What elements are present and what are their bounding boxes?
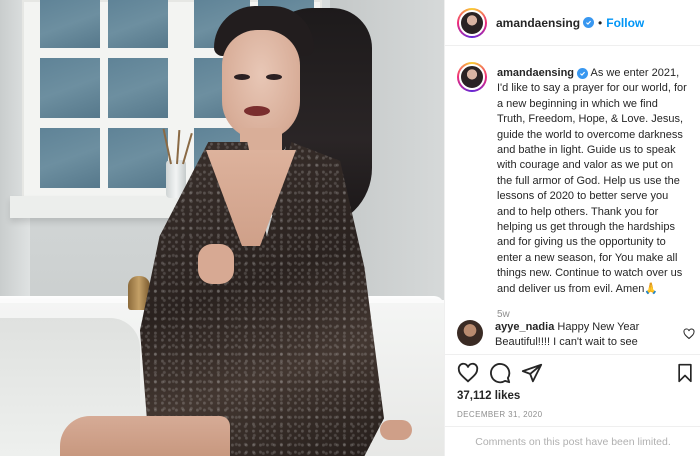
comment-avatar[interactable]	[457, 320, 483, 346]
caption-avatar[interactable]	[457, 62, 487, 92]
figure-hand-right	[380, 420, 412, 440]
small-heart-icon[interactable]	[683, 328, 695, 340]
caption-area: amandaensing As we enter 2021, I'd like …	[445, 56, 700, 320]
post-side-panel: amandaensing • Follow amandaensing As we…	[444, 0, 700, 456]
comment-username[interactable]: ayye_nadia	[495, 321, 554, 333]
comments-limited-notice: Comments on this post have been limited.	[445, 426, 700, 456]
caption-username[interactable]: amandaensing	[497, 67, 574, 79]
caption-body: amandaensing As we enter 2021, I'd like …	[497, 56, 687, 320]
actions-divider	[445, 354, 700, 355]
figure-hand	[198, 244, 234, 284]
follow-button[interactable]: Follow	[606, 16, 644, 30]
post-header: amandaensing • Follow	[445, 0, 700, 46]
header-username[interactable]: amandaensing	[496, 16, 580, 30]
heart-icon[interactable]	[457, 362, 479, 384]
caption-text: amandaensing As we enter 2021, I'd like …	[497, 56, 687, 297]
header-separator: •	[598, 15, 603, 30]
post-actions	[457, 360, 695, 386]
caption-verified-icon	[577, 68, 589, 79]
header-avatar[interactable]	[457, 7, 487, 38]
caption-time-ago[interactable]: 5w	[497, 309, 687, 320]
share-icon[interactable]	[521, 362, 543, 384]
figure-lips	[244, 106, 270, 116]
verified-badge-icon	[583, 17, 595, 28]
bookmark-icon[interactable]	[675, 362, 695, 384]
comment-text: ayye_nadia Happy New Year Beautiful!!!! …	[495, 320, 675, 351]
likes-count[interactable]: 37,112 likes	[457, 390, 520, 402]
comment-icon[interactable]	[489, 362, 511, 384]
caption-content: As we enter 2021, I'd like to say a pray…	[497, 67, 687, 295]
post-date[interactable]: DECEMBER 31, 2020	[457, 410, 543, 419]
post-photo[interactable]	[0, 0, 444, 456]
comment-item: ayye_nadia Happy New Year Beautiful!!!! …	[457, 320, 695, 351]
figure-face	[222, 30, 300, 140]
figure-leg	[60, 416, 230, 456]
